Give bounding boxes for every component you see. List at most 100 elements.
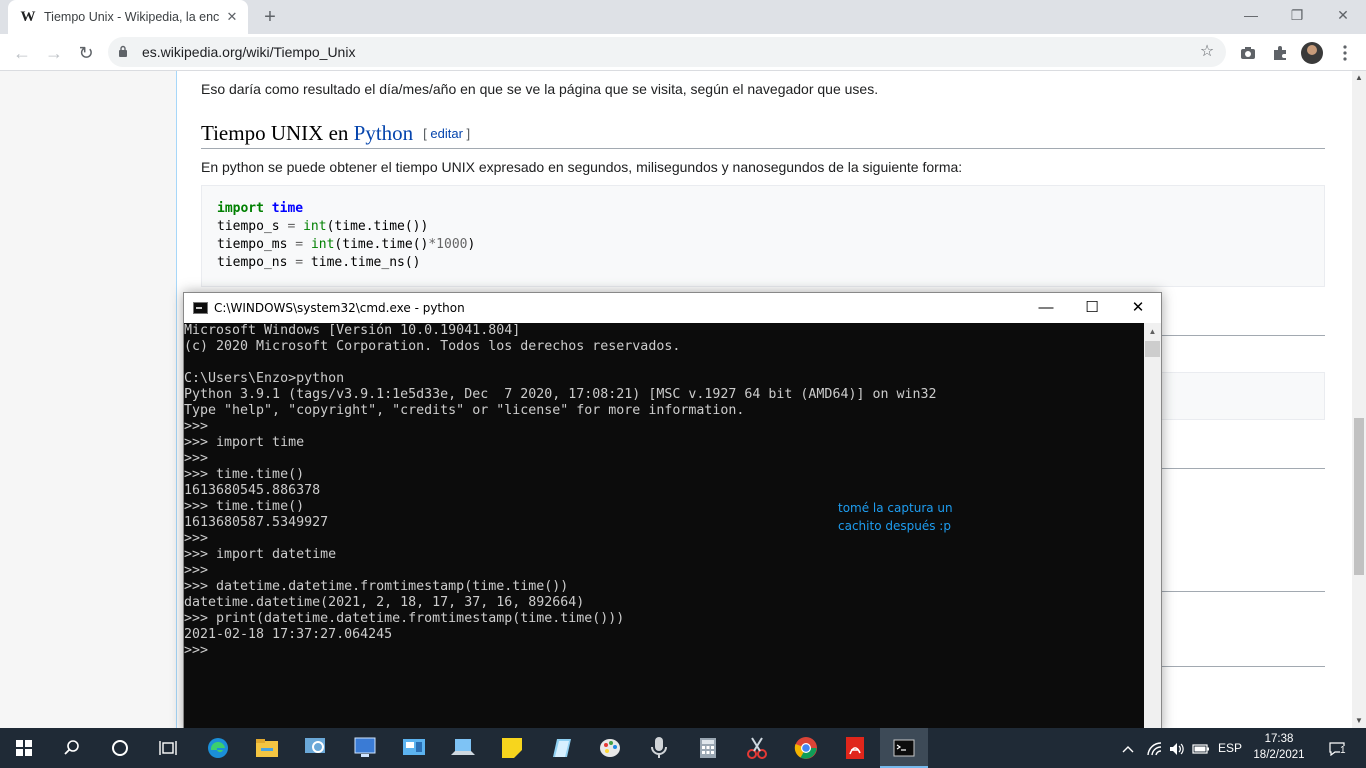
forward-button[interactable]: → [41,40,67,66]
cmd-app-icon [193,302,208,314]
code-operator: = [287,219,296,234]
cmd-title: C:\WINDOWS\system32\cmd.exe - python [214,301,465,315]
edge-browser-icon[interactable] [194,728,242,768]
cmd-scrollbar[interactable]: ▲ [1144,323,1161,731]
app-icon-computer[interactable] [341,728,389,768]
code-text: tiempo_s [217,219,288,234]
cmd-minimize-button[interactable]: — [1023,293,1069,323]
address-url[interactable]: es.wikipedia.org/wiki/Tiempo_Unix [142,44,355,60]
pdf-reader-icon[interactable] [831,728,879,768]
taskbar-clock[interactable]: 17:38 18/2/2021 [1248,731,1310,765]
code-text: tiempo_ns [217,255,296,270]
cmd-taskbar-icon[interactable] [880,728,928,768]
browser-tab-strip: W Tiempo Unix - Wikipedia, la encicloped… [0,0,1366,34]
python-link[interactable]: Python [354,121,414,145]
snipping-tool-icon[interactable] [733,728,781,768]
new-tab-button[interactable]: + [258,6,282,28]
app-icon-pages[interactable] [537,728,585,768]
console-line: datetime.datetime(2021, 2, 18, 17, 37, 1… [184,595,585,610]
notification-count: 1 [1340,744,1346,756]
app-icon-control-panel[interactable] [390,728,438,768]
code-text: (time.time()) [326,219,429,234]
cortana-icon[interactable] [96,728,144,768]
code-operator: = [295,255,304,270]
back-button[interactable]: ← [9,40,35,66]
cmd-titlebar[interactable]: C:\WINDOWS\system32\cmd.exe - python — ☐… [184,293,1161,323]
code-block: import time tiempo_s = int(time.time()) … [201,185,1325,287]
console-line: >>> [184,563,209,578]
clock-date: 18/2/2021 [1253,749,1305,761]
heading-text: Tiempo UNIX en [201,121,354,145]
code-text: tiempo_ms [217,237,296,252]
intro-text: Eso daría como resultado el día/mes/año … [201,81,879,97]
cmd-scroll-thumb[interactable] [1145,341,1160,357]
page-scroll-thumb[interactable] [1354,418,1364,575]
microphone-icon[interactable] [635,728,683,768]
scroll-down-icon[interactable]: ▼ [1352,714,1366,728]
task-view-icon[interactable] [144,728,192,768]
console-line: 1613680545.886378 [184,483,321,498]
notifications-icon[interactable]: 1 [1318,728,1358,768]
edit-section: [ editar ] [423,126,470,141]
scroll-up-icon[interactable]: ▲ [1352,71,1366,85]
file-explorer-icon[interactable] [243,728,291,768]
profile-avatar[interactable] [1301,42,1323,64]
console-line: >>> datetime.datetime.fromtimestamp(time… [184,579,569,594]
app-icon-laptop[interactable] [439,728,487,768]
console-line: >>> [184,643,209,658]
start-button[interactable] [0,728,48,768]
console-line: Type "help", "copyright", "credits" or "… [184,403,745,418]
lock-icon [119,45,127,57]
cmd-window: C:\WINDOWS\system32\cmd.exe - python — ☐… [183,292,1162,732]
browser-close-button[interactable]: ✕ [1320,0,1366,30]
code-line-4: tiempo_ns = time.time_ns() [217,254,421,272]
tab-title: Tiempo Unix - Wikipedia, la enciclopedia… [44,10,220,24]
search-icon[interactable] [48,728,96,768]
section-divider [1161,335,1325,336]
edit-link[interactable]: editar [430,126,463,141]
console-line: >>> [184,451,209,466]
cmd-scroll-up-icon[interactable]: ▲ [1144,325,1161,339]
browser-restore-button[interactable]: ❐ [1274,0,1320,30]
section-paragraph: En python se puede obtener el tiempo UNI… [201,159,963,175]
code-keyword: import [217,201,264,216]
battery-icon[interactable] [1190,728,1212,768]
console-line: >>> time.time() [184,499,305,514]
cmd-maximize-button[interactable]: ☐ [1069,293,1115,323]
console-output[interactable]: Microsoft Windows [Versión 10.0.19041.80… [184,323,1144,731]
show-hidden-icons-chevron-icon[interactable] [1118,728,1138,768]
code-builtin: int [303,219,327,234]
extensions-puzzle-icon[interactable] [1269,42,1291,64]
section-divider [1161,468,1325,469]
camera-icon[interactable] [1237,42,1259,64]
edit-bracket-close: ] [462,126,471,141]
console-line: >>> print(datetime.datetime.fromtimestam… [184,611,625,626]
tab-close-icon[interactable]: ✕ [224,9,240,25]
volume-icon[interactable] [1166,728,1188,768]
code-operator: = [295,237,304,252]
reload-button[interactable]: ↻ [73,40,99,66]
chrome-icon[interactable] [782,728,830,768]
code-line-2: tiempo_s = int(time.time()) [217,218,428,236]
calculator-icon[interactable] [684,728,732,768]
console-line: 1613680587.5349927 [184,515,329,530]
app-icon-magnifier[interactable] [292,728,340,768]
section-heading: Tiempo UNIX en Python [ editar ] [201,121,1325,149]
console-line: Microsoft Windows [Versión 10.0.19041.80… [184,323,521,338]
browser-minimize-button[interactable]: — [1228,0,1274,30]
code-text: time.time_ns() [303,255,421,270]
paint-palette-icon[interactable] [586,728,634,768]
wifi-icon[interactable] [1144,728,1166,768]
code-block-partial [1161,372,1325,420]
address-bar[interactable]: es.wikipedia.org/wiki/Tiempo_Unix ☆ [108,37,1226,67]
bookmark-star-icon[interactable]: ☆ [1198,43,1216,61]
console-line: 2021-02-18 17:37:27.064245 [184,627,393,642]
input-language[interactable]: ESP [1214,728,1246,768]
menu-kebab-icon[interactable] [1334,42,1356,64]
browser-tab[interactable]: W Tiempo Unix - Wikipedia, la encicloped… [8,0,248,34]
sticky-notes-icon[interactable] [488,728,536,768]
taskbar: ESP 17:38 18/2/2021 1 [0,728,1366,768]
cmd-close-button[interactable]: ✕ [1115,293,1161,323]
page-scrollbar[interactable]: ▲ ▼ [1352,71,1366,728]
code-builtin: int [310,237,335,252]
